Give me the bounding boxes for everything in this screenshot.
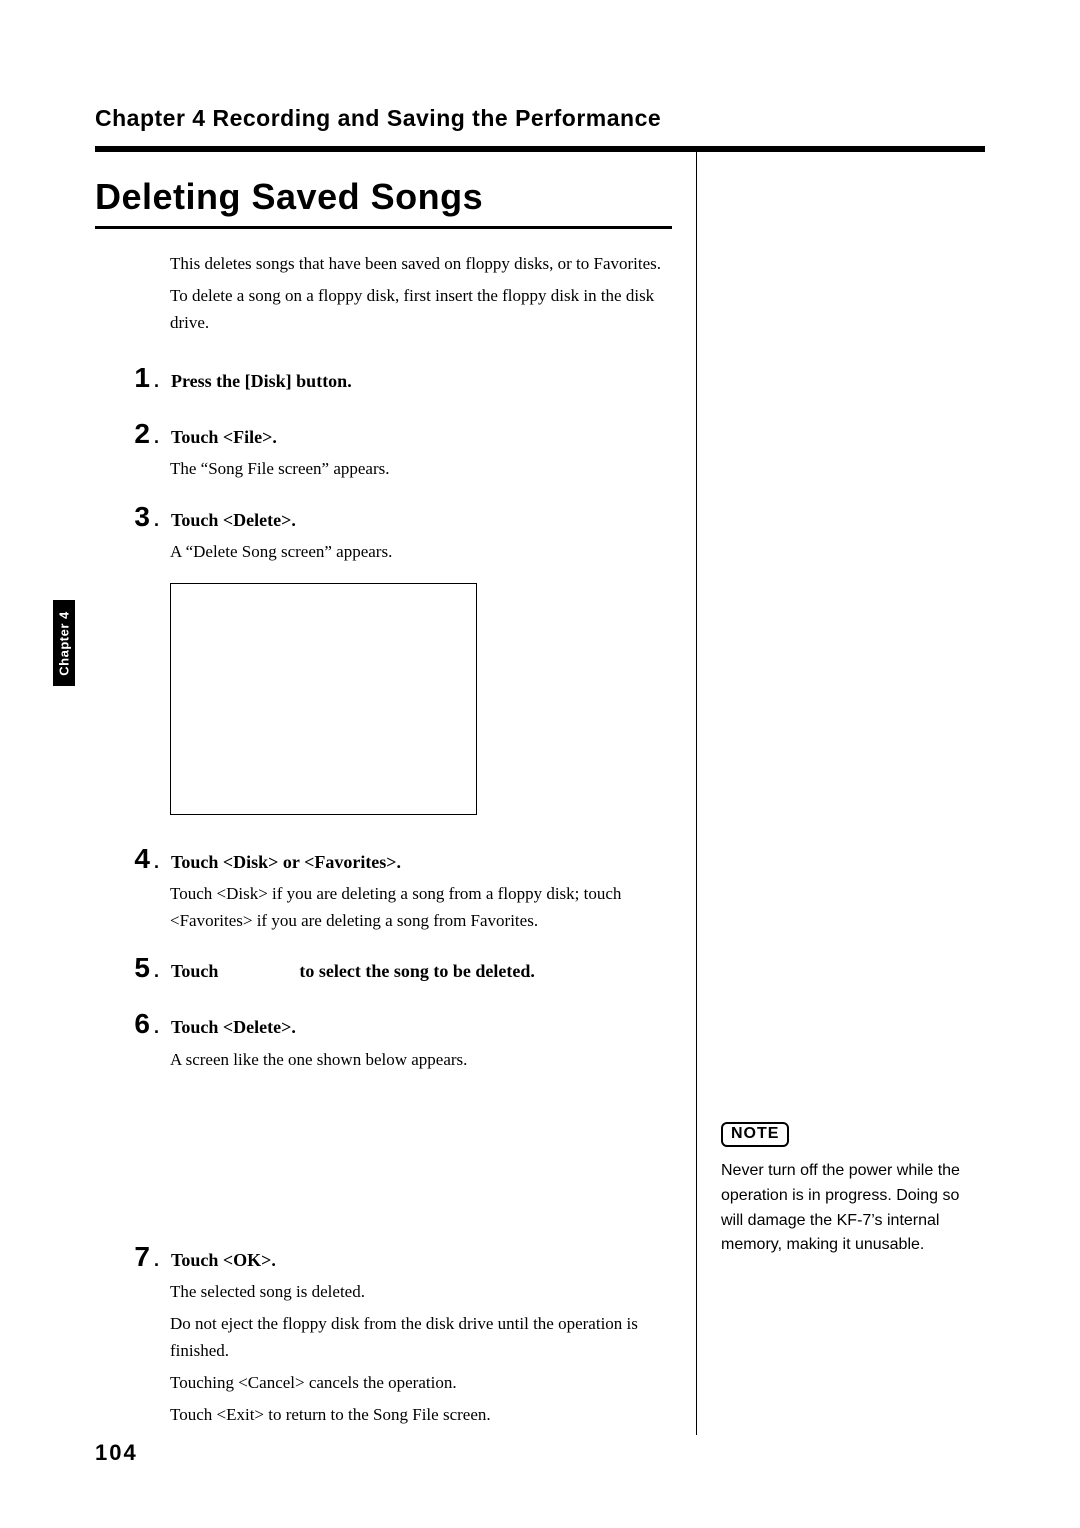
step-dot: . xyxy=(154,852,159,873)
step-6-note: A screen like the one shown below appear… xyxy=(170,1047,672,1073)
page: Chapter 4 Chapter 4 Recording and Saving… xyxy=(0,0,1080,1528)
step-dot: . xyxy=(154,1017,159,1038)
step-number: 4 xyxy=(95,843,150,875)
intro-line-1: This deletes songs that have been saved … xyxy=(170,251,672,277)
note-badge: NOTE xyxy=(721,1122,789,1147)
step-dot: . xyxy=(154,427,159,448)
step-6: 6 . Touch <Delete>. xyxy=(95,1008,672,1040)
screenshot-placeholder-2 xyxy=(95,1091,672,1241)
step-number: 3 xyxy=(95,501,150,533)
step-7-note-b: Do not eject the floppy disk from the di… xyxy=(170,1311,672,1364)
step-number: 5 xyxy=(95,952,150,984)
chapter-tab: Chapter 4 xyxy=(53,600,75,686)
step-number: 7 xyxy=(95,1241,150,1273)
step-instruction: Touch <Delete>. xyxy=(171,508,296,533)
step-7-note-c: Touching <Cancel> cancels the operation. xyxy=(170,1370,672,1396)
step-4: 4 . Touch <Disk> or <Favorites>. xyxy=(95,843,672,875)
page-number: 104 xyxy=(95,1440,138,1466)
step-5-text-a: Touch xyxy=(171,961,218,981)
chapter-header: Chapter 4 Recording and Saving the Perfo… xyxy=(95,105,985,132)
step-4-note: Touch <Disk> if you are deleting a song … xyxy=(170,881,672,934)
chapter-tab-label: Chapter 4 xyxy=(57,611,72,675)
step-dot: . xyxy=(154,961,159,982)
step-instruction: Press the [Disk] button. xyxy=(171,369,352,394)
step-instruction: Touch <File>. xyxy=(171,425,277,450)
step-7: 7 . Touch <OK>. xyxy=(95,1241,672,1273)
content-columns: Deleting Saved Songs This deletes songs … xyxy=(95,152,985,1435)
step-3-note: A “Delete Song screen” appears. xyxy=(170,539,672,565)
main-column: Deleting Saved Songs This deletes songs … xyxy=(95,152,697,1435)
step-dot: . xyxy=(154,510,159,531)
step-5-text-b: to select the song to be deleted. xyxy=(299,961,534,981)
section-rule xyxy=(95,226,672,229)
step-dot: . xyxy=(154,1250,159,1271)
step-3: 3 . Touch <Delete>. xyxy=(95,501,672,533)
side-note: NOTE Never turn off the power while the … xyxy=(721,1122,985,1258)
step-dot: . xyxy=(154,371,159,392)
step-7-note-a: The selected song is deleted. xyxy=(170,1279,672,1305)
step-number: 1 xyxy=(95,362,150,394)
step-5: 5 . Touch to select the song to be delet… xyxy=(95,952,672,984)
step-1: 1 . Press the [Disk] button. xyxy=(95,362,672,394)
screenshot-placeholder-1 xyxy=(170,583,477,815)
note-text: Never turn off the power while the opera… xyxy=(721,1159,985,1258)
section-title: Deleting Saved Songs xyxy=(95,176,672,218)
side-column: NOTE Never turn off the power while the … xyxy=(697,152,985,1435)
step-instruction: Touch to select the song to be deleted. xyxy=(171,959,535,984)
step-2: 2 . Touch <File>. xyxy=(95,418,672,450)
intro-line-2: To delete a song on a floppy disk, first… xyxy=(170,283,672,336)
step-7-note-d: Touch <Exit> to return to the Song File … xyxy=(170,1402,672,1428)
step-2-note: The “Song File screen” appears. xyxy=(170,456,672,482)
step-instruction: Touch <Disk> or <Favorites>. xyxy=(171,850,401,875)
step-instruction: Touch <Delete>. xyxy=(171,1015,296,1040)
step-instruction: Touch <OK>. xyxy=(171,1248,276,1273)
step-number: 2 xyxy=(95,418,150,450)
step-number: 6 xyxy=(95,1008,150,1040)
steps-list: 1 . Press the [Disk] button. 2 . Touch <… xyxy=(95,362,672,1429)
